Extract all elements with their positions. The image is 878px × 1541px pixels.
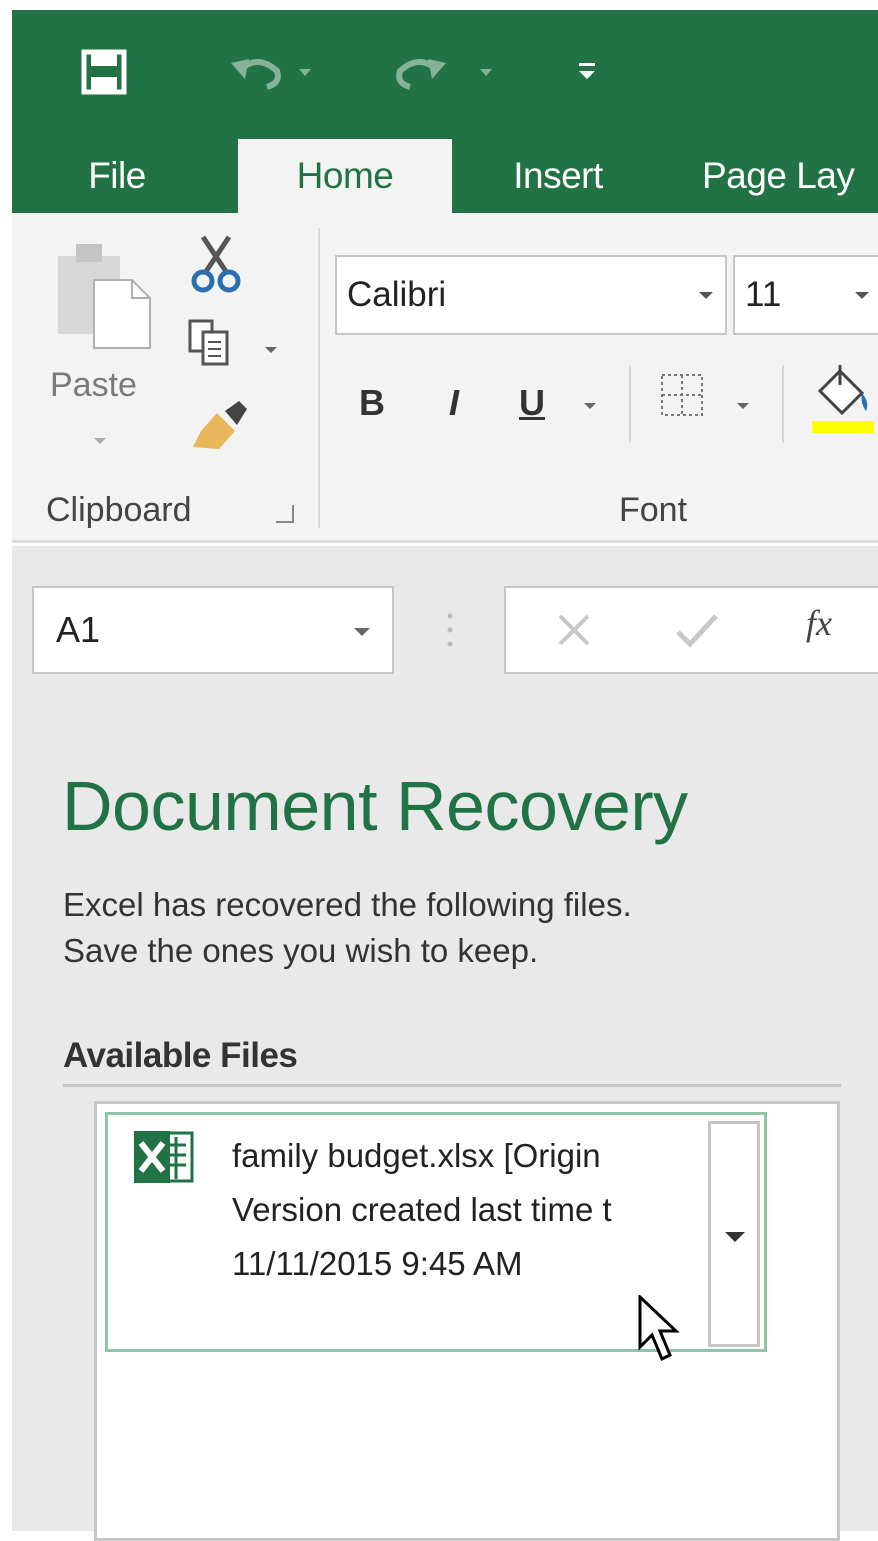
underline-dropdown-icon[interactable]	[584, 403, 596, 409]
italic-button[interactable]: I	[434, 373, 474, 433]
pane-title: Document Recovery	[62, 767, 688, 845]
font-size-dropdown-icon[interactable]	[855, 292, 869, 299]
borders-icon[interactable]	[660, 373, 704, 417]
save-icon[interactable]	[74, 42, 134, 102]
font-group-label: Font	[619, 491, 688, 529]
quick-access-toolbar	[12, 10, 878, 125]
tab-home[interactable]: Home	[238, 139, 452, 213]
tab-file[interactable]: File	[52, 139, 182, 213]
file-options-dropdown[interactable]	[708, 1121, 760, 1347]
available-files-heading: Available Files	[63, 1036, 298, 1075]
chevron-down-icon	[725, 1232, 745, 1242]
pane-description-line-1: Excel has recovered the following files.	[63, 886, 632, 923]
font-size-value: 11	[745, 275, 782, 314]
redo-icon[interactable]	[390, 42, 500, 102]
undo-icon[interactable]	[227, 42, 327, 102]
formula-bar-buttons: fx	[504, 586, 878, 674]
group-separator	[318, 228, 320, 528]
font-separator	[629, 365, 631, 443]
paste-button[interactable]: Paste	[50, 238, 160, 468]
mouse-pointer-icon	[636, 1293, 686, 1365]
format-painter-icon[interactable]	[187, 399, 249, 457]
file-version-note: Version created last time t	[232, 1191, 612, 1228]
formula-bar-area: A1 fx	[12, 546, 878, 696]
tab-page-layout[interactable]: Page Lay	[702, 139, 878, 213]
recovered-file-item[interactable]: family budget.xlsx [Origin Version creat…	[105, 1112, 767, 1362]
copy-icon[interactable]	[187, 318, 247, 370]
font-name-value: Calibri	[347, 275, 447, 314]
borders-dropdown-icon[interactable]	[737, 403, 749, 409]
name-box-dropdown-icon[interactable]	[354, 628, 370, 636]
file-details: family budget.xlsx [Origin Version creat…	[232, 1129, 712, 1291]
bold-button[interactable]: B	[352, 373, 392, 433]
name-box[interactable]: A1	[32, 586, 394, 674]
pane-description: Excel has recovered the following files.…	[63, 882, 632, 974]
confirm-entry-icon[interactable]	[674, 610, 720, 650]
customize-qat-icon[interactable]	[572, 42, 602, 102]
font-size-combo[interactable]: 11	[733, 255, 878, 335]
dialog-launcher-icon[interactable]	[276, 505, 294, 523]
underline-button[interactable]: U	[512, 373, 552, 433]
cut-icon[interactable]	[187, 233, 245, 295]
ribbon-home-panel: Paste Clipboard Calibri 11 B I U Font	[12, 213, 878, 543]
font-name-combo[interactable]: Calibri	[335, 255, 727, 335]
copy-dropdown-icon[interactable]	[265, 347, 277, 353]
ribbon-tabs: File Home Insert Page Lay	[12, 125, 878, 213]
insert-function-button[interactable]: fx	[806, 602, 832, 644]
file-name: family budget.xlsx [Origin	[232, 1137, 601, 1174]
document-recovery-pane: Document Recovery Excel has recovered th…	[12, 696, 878, 1541]
font-name-dropdown-icon[interactable]	[699, 292, 713, 299]
clipboard-group-label: Clipboard	[46, 491, 192, 529]
available-files-list[interactable]: family budget.xlsx [Origin Version creat…	[94, 1101, 840, 1541]
paste-label: Paste	[50, 366, 137, 404]
formula-bar-grip-icon[interactable]	[446, 610, 454, 650]
cancel-entry-icon[interactable]	[554, 610, 594, 650]
pane-description-line-2: Save the ones you wish to keep.	[63, 932, 539, 969]
tab-insert[interactable]: Insert	[478, 139, 638, 213]
excel-file-icon	[132, 1129, 194, 1185]
ribbon-header: File Home Insert Page Lay	[12, 10, 878, 213]
paste-dropdown-icon	[94, 438, 106, 444]
heading-divider	[63, 1084, 841, 1087]
file-timestamp: 11/11/2015 9:45 AM	[232, 1245, 523, 1282]
fill-color-icon[interactable]	[810, 363, 878, 435]
paste-icon	[58, 244, 151, 349]
name-box-value: A1	[56, 609, 101, 650]
font-separator-2	[782, 365, 784, 443]
